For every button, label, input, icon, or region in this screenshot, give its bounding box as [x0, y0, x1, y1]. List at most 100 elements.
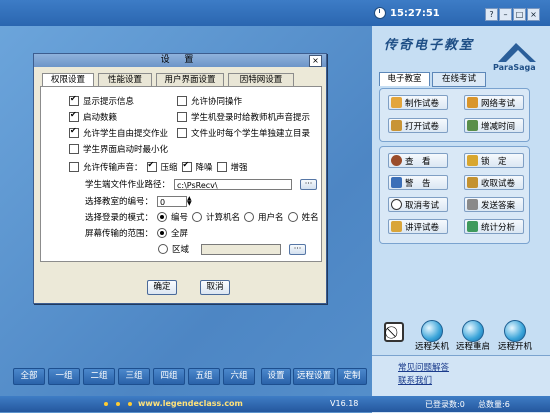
make-paper-button[interactable]: 制作试卷 [388, 95, 448, 110]
area-browse-button[interactable]: ··· [289, 243, 307, 255]
group-1-button[interactable]: 一组 [48, 368, 80, 385]
cancel-button[interactable]: 取消 [200, 280, 230, 295]
checkbox-enhance[interactable] [216, 162, 227, 172]
warn-button[interactable]: 警 告 [388, 175, 448, 190]
website-link[interactable]: www.legendeclass.com [138, 399, 243, 408]
spinner-arrows-icon[interactable]: ▲ ▼ [187, 196, 192, 207]
checkbox[interactable] [177, 112, 187, 122]
tab-permissions[interactable]: 权限设置 [42, 73, 94, 87]
group-4-button[interactable]: 四组 [153, 368, 185, 385]
path-input[interactable]: c:\PsRecv\ [174, 178, 293, 190]
cancel-icon [391, 199, 402, 210]
option-minimize[interactable]: 学生界面启动时最小化 [69, 143, 168, 155]
eye-icon [391, 155, 402, 166]
settings-button[interactable]: 设置 [261, 368, 291, 385]
screen-area-row: 区域 ··· [158, 243, 307, 255]
review-paper-button[interactable]: 讲评试卷 [388, 219, 448, 234]
no-entry-icon[interactable]: ⃠ [384, 322, 404, 342]
close-button[interactable]: × [527, 8, 540, 21]
cancel-exam-button[interactable]: 取消考试 [388, 197, 448, 212]
remote-restart-icon[interactable] [462, 320, 484, 342]
dot-icon [116, 402, 120, 406]
option-sound[interactable]: 允许传输声音： 压缩 降噪 增强 [69, 160, 248, 173]
lock-button[interactable]: 锁 定 [464, 153, 524, 168]
area-input[interactable] [201, 243, 282, 255]
version-label: V16.18 [330, 399, 359, 408]
checkbox-compress[interactable] [146, 160, 157, 172]
checkbox[interactable] [177, 128, 187, 138]
network-exam-button[interactable]: 网络考试 [464, 95, 524, 110]
remote-settings-button[interactable]: 远程设置 [293, 368, 335, 385]
faq-link[interactable]: 常见问题解答 [398, 361, 449, 373]
option-login-sound[interactable]: 学生机登录时给教师机声音提示 [177, 111, 310, 123]
remote-restart-label: 远程重启 [456, 342, 491, 352]
room-number-input[interactable]: 0 [157, 195, 188, 207]
status-bar: www.legendeclass.com V16.18 已登录数:0 总数量:6 [0, 396, 550, 412]
group-6-button[interactable]: 六组 [223, 368, 255, 385]
exam-tools-group: 制作试卷 网络考试 打开试卷 增减时间 [379, 88, 530, 142]
restore-button[interactable]: □ [513, 8, 526, 21]
checkbox[interactable] [69, 162, 79, 172]
radio-fullscreen[interactable] [157, 228, 168, 238]
brand-title: 传奇电子教室 [384, 38, 475, 53]
group-bar: 全部 一组 二组 三组 四组 五组 六组 设置 远程设置 定制 [8, 368, 368, 385]
dialog-close-button[interactable]: × [309, 55, 322, 67]
group-2-button[interactable]: 二组 [83, 368, 115, 385]
checkbox[interactable] [177, 96, 187, 106]
radio-area[interactable] [158, 244, 168, 254]
collect-paper-button[interactable]: 收取试卷 [464, 175, 524, 190]
option-show-tips[interactable]: 显示提示信息 [69, 94, 134, 107]
settings-dialog: 设 置 × 权限设置 性能设置 用户界面设置 因特网设置 显示提示信息 允许协同… [33, 53, 327, 304]
radio-user-name[interactable] [244, 212, 255, 222]
top-bar [0, 0, 550, 26]
tab-ui[interactable]: 用户界面设置 [156, 73, 224, 86]
tab-online-exam[interactable]: 在线考试 [432, 72, 486, 87]
open-paper-button[interactable]: 打开试卷 [388, 118, 448, 133]
review-icon [391, 221, 402, 232]
screen-range-row: 屏幕传输的范围： 全屏 [85, 228, 189, 239]
send-icon [467, 199, 478, 210]
contact-link[interactable]: 联系我们 [398, 374, 432, 386]
help-button[interactable]: ? [485, 8, 498, 21]
remote-shutdown-icon[interactable] [421, 320, 443, 342]
customize-button[interactable]: 定制 [337, 368, 367, 385]
minimize-button[interactable]: – [499, 8, 512, 21]
dot-icon [128, 402, 132, 406]
checkbox[interactable] [69, 144, 79, 154]
adjust-time-button[interactable]: 增减时间 [464, 118, 524, 133]
path-row: 学生端文件作业路径： c:\PsRecv\ ··· [85, 178, 318, 190]
group-all-button[interactable]: 全部 [13, 368, 45, 385]
room-row: 选择教室的编号： 0 ▲ ▼ [85, 195, 192, 207]
clock: 15:27:51 [374, 7, 440, 19]
group-5-button[interactable]: 五组 [188, 368, 220, 385]
tab-performance[interactable]: 性能设置 [98, 73, 152, 86]
remote-shutdown-label: 远程关机 [415, 342, 450, 352]
logo-text: ParaSaga [493, 63, 536, 72]
option-separate-dir[interactable]: 文件业时每个学生单独建立目录 [177, 127, 310, 139]
tab-classroom[interactable]: 电子教室 [379, 72, 430, 86]
dialog-title: 设 置 [34, 54, 326, 67]
checkbox[interactable] [69, 110, 79, 122]
total-count: 总数量:6 [478, 400, 510, 409]
checkbox-denoise[interactable] [181, 160, 192, 172]
tab-internet[interactable]: 因特网设置 [228, 73, 294, 86]
browse-button[interactable]: ··· [300, 178, 318, 190]
checkbox[interactable] [69, 94, 79, 106]
warning-icon [391, 177, 402, 188]
radio-real-name[interactable] [287, 212, 298, 222]
option-free-submit[interactable]: 允许学生自由提交作业 [69, 126, 168, 139]
radio-number[interactable] [157, 212, 168, 222]
statistics-button[interactable]: 统计分析 [464, 219, 524, 234]
view-button[interactable]: 查 看 [388, 153, 448, 168]
option-collab[interactable]: 允许协同操作 [177, 95, 242, 107]
ok-button[interactable]: 确定 [147, 280, 177, 295]
radio-computer-name[interactable] [192, 212, 203, 222]
send-answer-button[interactable]: 发送答案 [464, 197, 524, 212]
checkbox[interactable] [69, 126, 79, 138]
option-start-shu[interactable]: 启动数籁 [69, 110, 117, 123]
lock-icon [467, 155, 478, 166]
clock-icon [374, 7, 386, 19]
group-3-button[interactable]: 三组 [118, 368, 150, 385]
remote-poweron-icon[interactable] [504, 320, 526, 342]
login-mode-row: 选择登录的模式： 编号 计算机名 用户名 姓名 [85, 212, 319, 223]
